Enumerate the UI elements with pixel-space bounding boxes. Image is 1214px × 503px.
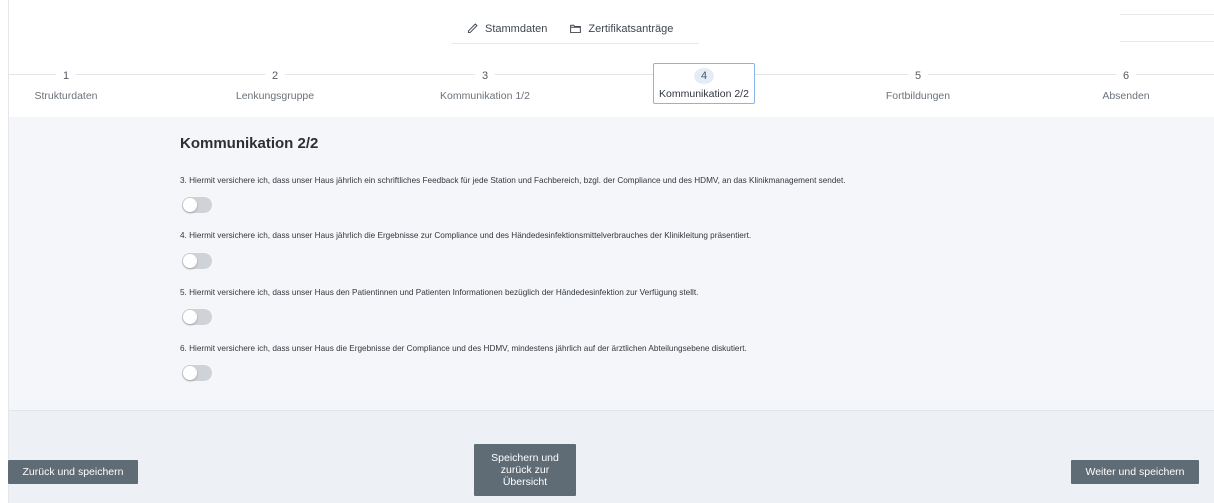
step-lenkungsgruppe[interactable]: 2 Lenkungsgruppe — [215, 66, 335, 102]
next-and-save-button[interactable]: Weiter und speichern — [1071, 460, 1199, 484]
step-label: Lenkungsgruppe — [235, 90, 315, 102]
step-label: Strukturdaten — [34, 90, 98, 102]
step-number: 1 — [56, 68, 76, 84]
nav-stammdaten[interactable]: Stammdaten — [466, 22, 547, 35]
question-6-text: 6. Hiermit versichere ich, dass unser Ha… — [180, 344, 747, 353]
step-number: 4 — [694, 68, 714, 84]
folder-icon — [570, 24, 582, 34]
step-absenden[interactable]: 6 Absenden — [1066, 66, 1186, 102]
question-5-toggle[interactable] — [182, 309, 212, 325]
back-and-save-button[interactable]: Zurück und speichern — [8, 460, 138, 484]
question-3-text: 3. Hiermit versichere ich, dass unser Ha… — [180, 176, 846, 185]
step-strukturdaten[interactable]: 1 Strukturdaten — [6, 66, 126, 102]
step-number: 2 — [265, 68, 285, 84]
step-number: 5 — [908, 68, 928, 84]
step-kommunikation-2[interactable]: 4 Kommunikation 2/2 — [653, 63, 755, 104]
step-label: Kommunikation 2/2 — [659, 88, 749, 100]
nav-zertifikatsantraege[interactable]: Zertifikatsanträge — [569, 22, 673, 35]
question-3-toggle[interactable] — [182, 197, 212, 213]
footer-actions: Zurück und speichern Speichern und zurüc… — [8, 410, 1214, 503]
question-4-toggle[interactable] — [182, 253, 212, 269]
form-content: Kommunikation 2/2 3. Hiermit versichere … — [9, 117, 1214, 410]
top-navigation: Stammdaten Zertifikatsanträge — [452, 14, 699, 44]
header-right-area — [1120, 14, 1214, 42]
step-label: Kommunikation 1/2 — [440, 90, 530, 102]
question-5-text: 5. Hiermit versichere ich, dass unser Ha… — [180, 288, 699, 297]
question-6-toggle[interactable] — [182, 365, 212, 381]
nav-stammdaten-label: Stammdaten — [485, 22, 548, 35]
pencil-icon — [467, 23, 478, 34]
step-number: 3 — [475, 68, 495, 84]
step-label: Absenden — [1102, 90, 1150, 102]
save-and-return-overview-button[interactable]: Speichern und zurück zur Übersicht — [474, 444, 576, 496]
step-label: Fortbildungen — [885, 90, 951, 102]
step-kommunikation-1[interactable]: 3 Kommunikation 1/2 — [425, 66, 545, 102]
step-number: 6 — [1116, 68, 1136, 84]
step-fortbildungen[interactable]: 5 Fortbildungen — [858, 66, 978, 102]
page-title: Kommunikation 2/2 — [180, 135, 319, 152]
stepper-line — [8, 74, 1214, 75]
nav-zertifikatsantraege-label: Zertifikatsanträge — [588, 22, 674, 35]
question-4-text: 4. Hiermit versichere ich, dass unser Ha… — [180, 231, 752, 240]
